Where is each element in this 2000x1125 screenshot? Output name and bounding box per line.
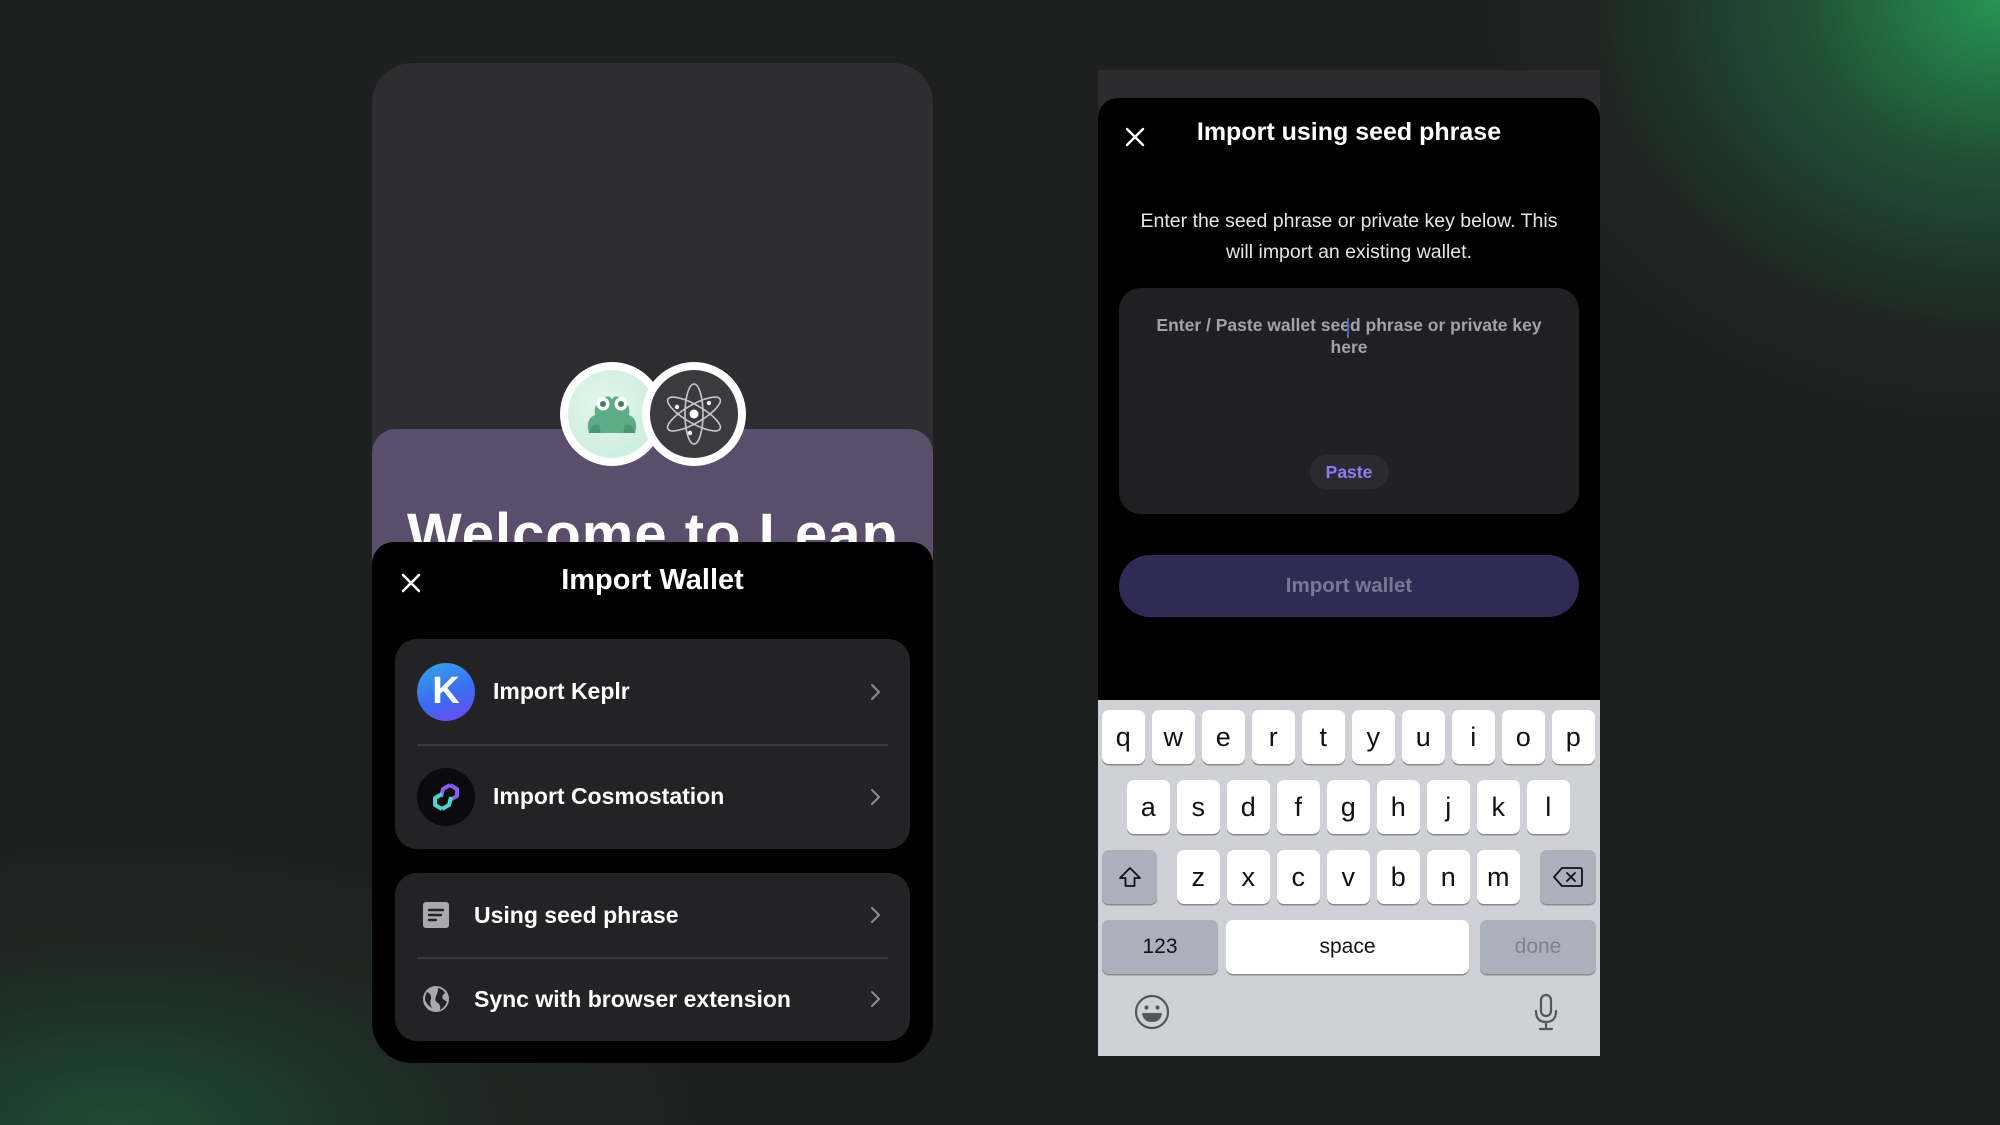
backspace-key[interactable]: [1540, 850, 1596, 904]
option-label: Using seed phrase: [474, 901, 679, 928]
welcome-screen: Welcome to Leap Import Wallet K Import K…: [372, 63, 933, 1063]
globe-icon: [420, 983, 452, 1015]
keyboard-row-3: zxcvbnm: [1098, 850, 1600, 904]
shift-icon: [1118, 867, 1141, 887]
key-r[interactable]: r: [1251, 710, 1295, 764]
chevron-right-icon: [871, 788, 880, 805]
key-p[interactable]: p: [1551, 710, 1595, 764]
wallet-import-options: K Import Keplr Import Cosmostation: [395, 639, 910, 849]
option-label: Sync with browser extension: [474, 985, 791, 1012]
document-icon: [420, 899, 452, 931]
key-z[interactable]: z: [1176, 850, 1220, 904]
other-import-options: Using seed phrase Sync with browser exte…: [395, 873, 910, 1041]
sheet-header: Import Wallet: [372, 542, 933, 626]
seed-phrase-box: Paste: [1119, 288, 1579, 514]
logo-group: [560, 362, 746, 466]
microphone-icon[interactable]: [1526, 992, 1566, 1032]
seed-phrase-input[interactable]: [1149, 314, 1549, 434]
import-wallet-button[interactable]: Import wallet: [1119, 555, 1579, 617]
ios-keyboard: qwertyuiop asdfghjkl zxcvbnm 123 space d…: [1098, 700, 1600, 1056]
chevron-right-icon: [871, 991, 880, 1007]
key-j[interactable]: j: [1426, 780, 1470, 834]
text-caret: [1347, 318, 1349, 338]
keyboard-row-2: asdfghjkl: [1098, 780, 1600, 834]
frog-icon: [587, 396, 637, 433]
key-q[interactable]: q: [1101, 710, 1145, 764]
sheet-title: Import Wallet: [561, 564, 744, 596]
key-k[interactable]: k: [1476, 780, 1520, 834]
import-keplr-option[interactable]: K Import Keplr: [395, 639, 910, 744]
done-key[interactable]: done: [1480, 920, 1596, 974]
key-b[interactable]: b: [1376, 850, 1420, 904]
shift-key[interactable]: [1102, 850, 1157, 904]
key-a[interactable]: a: [1126, 780, 1170, 834]
key-x[interactable]: x: [1226, 850, 1270, 904]
key-v[interactable]: v: [1326, 850, 1370, 904]
key-t[interactable]: t: [1301, 710, 1345, 764]
atom-icon: [666, 383, 722, 445]
import-seed-sheet: Import using seed phrase Enter the seed …: [1098, 98, 1600, 770]
keyboard-row-4: 123 space done: [1098, 920, 1600, 974]
key-c[interactable]: c: [1276, 850, 1320, 904]
key-m[interactable]: m: [1476, 850, 1520, 904]
seed-phrase-screen: Import using seed phrase Enter the seed …: [1098, 70, 1600, 1056]
option-label: Import Cosmostation: [493, 783, 725, 809]
emoji-icon[interactable]: [1132, 992, 1172, 1032]
option-label: Import Keplr: [493, 678, 630, 704]
key-h[interactable]: h: [1376, 780, 1420, 834]
key-f[interactable]: f: [1276, 780, 1320, 834]
sheet-title: Import using seed phrase: [1196, 118, 1502, 146]
key-n[interactable]: n: [1426, 850, 1470, 904]
cosmostation-icon: [417, 767, 475, 826]
keyboard-accessory-bar: [1098, 984, 1600, 1056]
key-y[interactable]: y: [1351, 710, 1395, 764]
chevron-right-icon: [871, 907, 880, 923]
cosmos-logo: [642, 362, 746, 466]
browser-extension-option[interactable]: Sync with browser extension: [395, 957, 910, 1041]
description-text: Enter the seed phrase or private key bel…: [1140, 210, 1558, 263]
space-key[interactable]: space: [1226, 920, 1469, 974]
import-cosmostation-option[interactable]: Import Cosmostation: [395, 744, 910, 849]
chevron-right-icon: [871, 683, 880, 700]
keyboard-row-1: qwertyuiop: [1098, 710, 1600, 764]
key-u[interactable]: u: [1401, 710, 1445, 764]
paste-button[interactable]: Paste: [1309, 455, 1389, 489]
backspace-icon: [1553, 867, 1583, 887]
numbers-key[interactable]: 123: [1102, 920, 1218, 974]
key-l[interactable]: l: [1526, 780, 1570, 834]
seed-phrase-option[interactable]: Using seed phrase: [395, 873, 910, 957]
key-i[interactable]: i: [1451, 710, 1495, 764]
import-wallet-sheet: Import Wallet K Import Keplr Import Cosm…: [372, 542, 933, 1063]
key-g[interactable]: g: [1326, 780, 1370, 834]
key-e[interactable]: e: [1201, 710, 1245, 764]
key-s[interactable]: s: [1176, 780, 1220, 834]
key-w[interactable]: w: [1151, 710, 1195, 764]
keplr-icon: K: [417, 662, 475, 721]
key-d[interactable]: d: [1226, 780, 1270, 834]
key-o[interactable]: o: [1501, 710, 1545, 764]
